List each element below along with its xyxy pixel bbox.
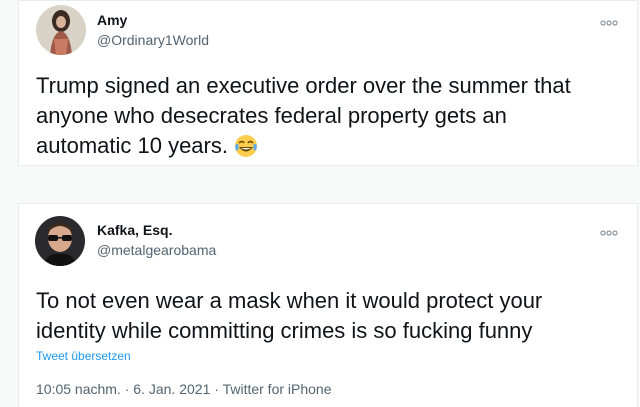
tweet-meta: 10:05 nachm. · 6. Jan. 2021 · Twitter fo…	[36, 381, 332, 397]
more-options-icon[interactable]	[599, 225, 619, 236]
translate-tweet-link[interactable]: Tweet übersetzen	[36, 349, 131, 363]
tweet-source[interactable]: Twitter for iPhone	[223, 381, 332, 397]
avatar[interactable]	[35, 216, 85, 266]
face-with-tears-of-joy-icon	[234, 134, 258, 158]
tweet-date[interactable]: 6. Jan. 2021	[133, 381, 210, 397]
tweet-text: To not even wear a mask when it would pr…	[36, 286, 623, 346]
tweet-time[interactable]: 10:05 nachm.	[36, 381, 121, 397]
tweet-card-kafka[interactable]: Kafka, Esq. @metalgearobama To not even …	[18, 203, 638, 407]
meta-separator: ·	[124, 381, 130, 397]
tweet-text-line: automatic 10 years.	[36, 131, 623, 161]
avatar[interactable]	[36, 5, 86, 55]
meta-separator: ·	[214, 381, 219, 397]
tweet-text-line: identity while committing crimes is so f…	[36, 318, 533, 343]
kafka-avatar-icon	[35, 216, 85, 266]
tweet-text-line: To not even wear a mask when it would pr…	[36, 288, 543, 313]
author-handle[interactable]: @metalgearobama	[97, 242, 216, 258]
tweet-card-amy[interactable]: Amy @Ordinary1World Trump signed an exec…	[18, 0, 638, 166]
author-name[interactable]: Amy	[97, 12, 127, 28]
amy-avatar-icon	[36, 5, 86, 55]
author-handle[interactable]: @Ordinary1World	[97, 32, 209, 48]
tweet-text-line: Trump signed an executive order over the…	[36, 73, 571, 98]
more-options-icon[interactable]	[599, 15, 619, 26]
tweet-text: Trump signed an executive order over the…	[36, 71, 623, 161]
tweet-text-segment: automatic 10 years.	[36, 133, 228, 158]
tweet-text-line: anyone who desecrates federal property g…	[36, 103, 507, 128]
author-name[interactable]: Kafka, Esq.	[97, 222, 172, 238]
